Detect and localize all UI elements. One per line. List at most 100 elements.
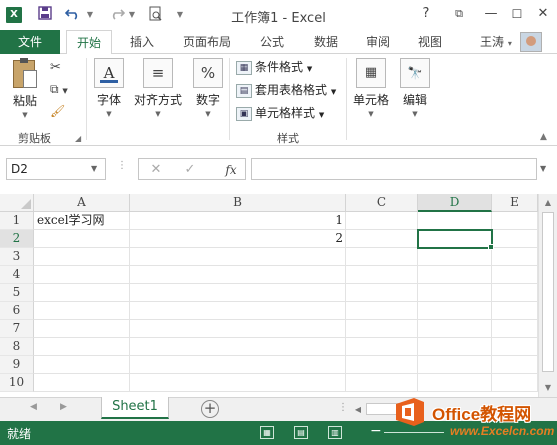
paste-dropdown-icon[interactable]: ▼ xyxy=(8,111,42,119)
grid-cell[interactable] xyxy=(492,284,538,302)
formula-bar-resize-handle[interactable]: ⋮ xyxy=(117,160,127,171)
grid-cell[interactable] xyxy=(418,338,492,356)
column-header-d[interactable]: D xyxy=(418,194,492,212)
grid-cell[interactable] xyxy=(130,284,346,302)
user-name[interactable]: 王涛 ▾ xyxy=(480,30,512,54)
paste-button[interactable]: 粘贴 ▼ xyxy=(8,58,42,119)
fill-handle[interactable] xyxy=(488,244,494,250)
grid-cell[interactable] xyxy=(34,338,130,356)
font-group-button[interactable]: A 字体 ▼ xyxy=(92,58,126,118)
scroll-up-icon[interactable]: ▲ xyxy=(539,195,557,211)
format-painter-icon[interactable]: 🖌 xyxy=(50,104,65,118)
grid-cell[interactable] xyxy=(346,302,418,320)
help-button[interactable]: ? xyxy=(415,3,437,25)
grid-cell[interactable] xyxy=(346,374,418,392)
previous-sheet-icon[interactable]: ◀ xyxy=(30,402,37,412)
cell-b1[interactable]: 1 xyxy=(130,212,346,230)
redo-icon[interactable] xyxy=(108,6,126,24)
row-header-5[interactable]: 5 xyxy=(0,284,34,302)
conditional-formatting-button[interactable]: ▦ 条件格式 ▼ xyxy=(236,58,312,76)
cell-b2[interactable]: 2 xyxy=(130,230,346,248)
grid-cell[interactable] xyxy=(346,248,418,266)
grid-cell[interactable] xyxy=(130,266,346,284)
grid-cell[interactable] xyxy=(34,266,130,284)
grid-cell[interactable] xyxy=(492,356,538,374)
grid-cell[interactable] xyxy=(130,356,346,374)
avatar[interactable] xyxy=(520,32,542,52)
row-header-8[interactable]: 8 xyxy=(0,338,34,356)
page-layout-view-icon[interactable]: ▤ xyxy=(294,426,308,439)
grid-cell[interactable] xyxy=(34,248,130,266)
grid-cell[interactable] xyxy=(34,230,130,248)
customize-qat-icon[interactable]: ▼ xyxy=(176,9,184,21)
row-header-9[interactable]: 9 xyxy=(0,356,34,374)
tab-review[interactable]: 审阅 xyxy=(358,30,398,54)
cells-group-button[interactable]: ▦ 单元格 ▼ xyxy=(351,58,391,118)
row-header-6[interactable]: 6 xyxy=(0,302,34,320)
select-all-button[interactable] xyxy=(0,194,34,212)
tab-home[interactable]: 开始 xyxy=(66,30,112,55)
grid-cell[interactable] xyxy=(492,230,538,248)
row-header-1[interactable]: 1 xyxy=(0,212,34,230)
cancel-entry-button[interactable]: ✕ xyxy=(147,161,165,179)
grid-cell[interactable] xyxy=(346,356,418,374)
tab-page-layout[interactable]: 页面布局 xyxy=(176,30,238,54)
column-header-c[interactable]: C xyxy=(346,194,418,212)
grid-cell[interactable] xyxy=(346,338,418,356)
new-sheet-button[interactable]: + xyxy=(201,400,219,418)
save-icon[interactable] xyxy=(36,6,54,24)
print-preview-icon[interactable] xyxy=(147,6,165,24)
grid-cell[interactable] xyxy=(418,212,492,230)
grid-cell[interactable] xyxy=(492,212,538,230)
column-header-b[interactable]: B xyxy=(130,194,346,212)
grid-cell[interactable] xyxy=(34,284,130,302)
clipboard-dialog-launcher-icon[interactable]: ◢ xyxy=(75,134,81,143)
tab-file[interactable]: 文件 xyxy=(0,30,60,54)
vertical-scrollbar[interactable]: ▲ ▼ xyxy=(538,194,557,397)
editing-group-button[interactable]: 🔭 编辑 ▼ xyxy=(398,58,432,118)
grid-cell[interactable] xyxy=(346,212,418,230)
tab-insert[interactable]: 插入 xyxy=(122,30,162,54)
sheet-tab-sheet1[interactable]: Sheet1 xyxy=(101,397,169,419)
grid-cell[interactable] xyxy=(346,284,418,302)
expand-formula-bar-icon[interactable]: ▼ xyxy=(540,164,546,173)
close-button[interactable]: ✕ xyxy=(532,3,554,25)
name-box-dropdown-icon[interactable]: ▼ xyxy=(91,164,97,173)
number-group-button[interactable]: % 数字 ▼ xyxy=(192,58,224,118)
grid-cell[interactable] xyxy=(418,320,492,338)
grid-cell[interactable] xyxy=(34,320,130,338)
grid-cell[interactable] xyxy=(34,374,130,392)
scroll-left-icon[interactable]: ◀ xyxy=(352,402,364,418)
grid-cell[interactable] xyxy=(130,248,346,266)
row-header-10[interactable]: 10 xyxy=(0,374,34,392)
grid-cell[interactable] xyxy=(346,320,418,338)
grid-cell[interactable] xyxy=(130,374,346,392)
grid-cell[interactable] xyxy=(492,374,538,392)
grid-cell[interactable] xyxy=(418,356,492,374)
zoom-out-button[interactable]: − xyxy=(370,423,382,439)
column-header-e[interactable]: E xyxy=(492,194,538,212)
undo-dropdown-icon[interactable]: ▼ xyxy=(86,9,94,21)
tab-view[interactable]: 视图 xyxy=(410,30,450,54)
cut-icon[interactable]: ✂ xyxy=(50,60,61,75)
grid-cell[interactable] xyxy=(418,374,492,392)
insert-function-button[interactable]: fx xyxy=(221,161,241,179)
user-menu-chevron-icon[interactable]: ▾ xyxy=(508,39,512,48)
grid-cell[interactable] xyxy=(130,320,346,338)
vertical-scroll-thumb[interactable] xyxy=(542,212,554,372)
grid-cell[interactable] xyxy=(418,302,492,320)
format-as-table-button[interactable]: ▤ 套用表格格式 ▼ xyxy=(236,81,336,99)
grid-cell[interactable] xyxy=(34,302,130,320)
row-header-4[interactable]: 4 xyxy=(0,266,34,284)
collapse-ribbon-icon[interactable]: ▲ xyxy=(540,132,547,142)
formula-input[interactable] xyxy=(251,158,537,180)
grid-cell[interactable] xyxy=(492,338,538,356)
page-break-preview-icon[interactable]: ▥ xyxy=(328,426,342,439)
grid-cell[interactable] xyxy=(346,230,418,248)
cell-styles-button[interactable]: ▣ 单元格样式 ▼ xyxy=(236,104,324,122)
alignment-group-button[interactable]: ≡ 对齐方式 ▼ xyxy=(134,58,182,118)
minimize-button[interactable]: — xyxy=(480,3,502,25)
grid-cell[interactable] xyxy=(492,266,538,284)
grid-cell[interactable] xyxy=(418,266,492,284)
tab-data[interactable]: 数据 xyxy=(306,30,346,54)
